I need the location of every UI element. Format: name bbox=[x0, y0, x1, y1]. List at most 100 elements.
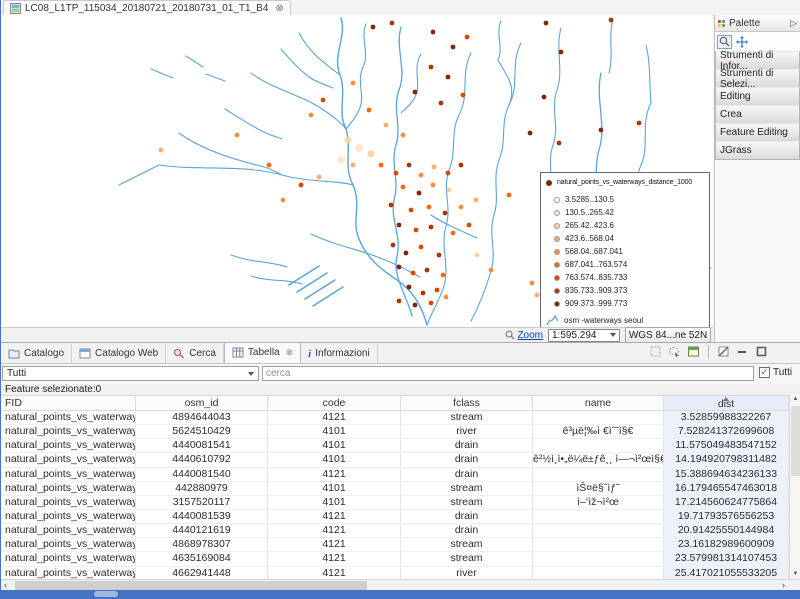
column-header-dist[interactable]: dist bbox=[664, 396, 789, 410]
scroll-up-icon[interactable]: ▲ bbox=[790, 396, 800, 402]
table-cell-name[interactable] bbox=[533, 567, 664, 580]
table-cell-FID[interactable]: natural_points_vs_waterways_dist... bbox=[1, 538, 136, 551]
tab-tabella[interactable]: Tabella ⊗ bbox=[224, 342, 301, 363]
table-row[interactable]: natural_points_vs_waterways_dist...48689… bbox=[1, 538, 789, 552]
table-cell-FID[interactable]: natural_points_vs_waterways_dist... bbox=[1, 411, 136, 424]
table-row[interactable]: natural_points_vs_waterways_dist...44400… bbox=[1, 510, 789, 524]
table-cell-fclass[interactable]: drain bbox=[401, 468, 533, 481]
table-cell-code[interactable]: 4101 bbox=[268, 496, 401, 509]
palette-section-strumenti-di-selezi[interactable]: Strumenti di Selezi... bbox=[715, 69, 800, 88]
table-cell-code[interactable]: 4121 bbox=[268, 468, 401, 481]
table-cell-code[interactable]: 4121 bbox=[268, 567, 401, 580]
editor-tab-close-icon[interactable]: ⊗ bbox=[275, 3, 283, 14]
table-cell-dist[interactable]: 3.52859988322267 bbox=[664, 411, 789, 424]
table-cell-FID[interactable]: natural_points_vs_waterways_dist... bbox=[1, 496, 136, 509]
table-cell-FID[interactable]: natural_points_vs_waterways_dist... bbox=[1, 567, 136, 580]
table-cell-dist[interactable]: 25.417021055533205 bbox=[664, 567, 789, 580]
table-cell-fclass[interactable]: stream bbox=[401, 482, 533, 495]
table-cell-dist[interactable]: 7.528241372699608 bbox=[664, 425, 789, 438]
column-header-osm-id[interactable]: osm_id bbox=[136, 396, 268, 410]
table-cell-name[interactable] bbox=[533, 552, 664, 565]
all-checkbox[interactable]: ✓ Tutti bbox=[759, 367, 792, 378]
table-cell-osm_id[interactable]: 4662941448 bbox=[136, 567, 268, 580]
scrollbar-thumb[interactable] bbox=[15, 581, 367, 590]
table-cell-fclass[interactable]: drain bbox=[401, 510, 533, 523]
table-cell-osm_id[interactable]: 4440121619 bbox=[136, 524, 268, 537]
table-cell-dist[interactable]: 23.579981314107453 bbox=[664, 552, 789, 565]
table-row[interactable]: natural_points_vs_waterways_dist...44400… bbox=[1, 468, 789, 482]
table-cell-FID[interactable]: natural_points_vs_waterways_dist... bbox=[1, 552, 136, 565]
table-cell-FID[interactable]: natural_points_vs_waterways_dist... bbox=[1, 482, 136, 495]
window-grip[interactable] bbox=[94, 591, 118, 597]
table-row[interactable]: natural_points_vs_waterways_dist...44401… bbox=[1, 524, 789, 538]
table-cell-name[interactable] bbox=[533, 468, 664, 481]
table-cell-osm_id[interactable]: 4440081541 bbox=[136, 439, 268, 452]
scale-combo[interactable]: 1:595.294 bbox=[548, 329, 620, 342]
table-cell-code[interactable]: 4121 bbox=[268, 552, 401, 565]
table-row[interactable]: natural_points_vs_waterways_dist...44400… bbox=[1, 439, 789, 453]
table-cell-dist[interactable]: 17.214560624775864 bbox=[664, 496, 789, 509]
table-cell-fclass[interactable]: stream bbox=[401, 411, 533, 424]
table-cell-FID[interactable]: natural_points_vs_waterways_dist... bbox=[1, 425, 136, 438]
table-cell-dist[interactable]: 15.388694634236133 bbox=[664, 468, 789, 481]
table-cell-code[interactable]: 4101 bbox=[268, 439, 401, 452]
editor-tab[interactable]: LC08_L1TP_115034_20180721_20180731_01_T1… bbox=[3, 0, 291, 16]
table-cell-FID[interactable]: natural_points_vs_waterways_dist... bbox=[1, 510, 136, 523]
column-header-name[interactable]: name bbox=[533, 396, 664, 410]
maximize-icon[interactable] bbox=[755, 345, 768, 358]
table-row[interactable]: natural_points_vs_waterways_dist...56245… bbox=[1, 425, 789, 439]
map-canvas[interactable]: natural_points_vs_waterways_distance_100… bbox=[1, 15, 713, 327]
table-cell-fclass[interactable]: stream bbox=[401, 552, 533, 565]
table-cell-name[interactable]: ì–‘ìž¬ì²œ bbox=[533, 496, 664, 509]
table-cell-dist[interactable]: 11.575049483547152 bbox=[664, 439, 789, 452]
table-cell-dist[interactable]: 19.71793576556253 bbox=[664, 510, 789, 523]
palette-section-feature-editing[interactable]: Feature Editing bbox=[715, 123, 800, 142]
table-row[interactable]: natural_points_vs_waterways_dist...31575… bbox=[1, 496, 789, 510]
table-cell-FID[interactable]: natural_points_vs_waterways_dist... bbox=[1, 453, 136, 466]
table-cell-fclass[interactable]: river bbox=[401, 425, 533, 438]
table-cell-name[interactable] bbox=[533, 510, 664, 523]
table-cell-fclass[interactable]: stream bbox=[401, 538, 533, 551]
palette-section-jgrass[interactable]: JGrass bbox=[715, 141, 800, 160]
select-box-icon[interactable] bbox=[649, 345, 662, 358]
minimize-icon[interactable] bbox=[736, 345, 749, 358]
table-cell-osm_id[interactable]: 4868978307 bbox=[136, 538, 268, 551]
table-vertical-scrollbar[interactable]: ▲ ▼ bbox=[789, 394, 800, 579]
search-input[interactable] bbox=[262, 366, 754, 381]
table-cell-code[interactable]: 4121 bbox=[268, 510, 401, 523]
attribute-filter-combo[interactable]: Tutti bbox=[2, 366, 259, 381]
table-cell-FID[interactable]: natural_points_vs_waterways_dist... bbox=[1, 439, 136, 452]
table-cell-code[interactable]: 4121 bbox=[268, 411, 401, 424]
scroll-down-icon[interactable]: ▼ bbox=[790, 571, 800, 577]
table-cell-name[interactable] bbox=[533, 411, 664, 424]
tab-cerca[interactable]: Cerca bbox=[166, 344, 224, 363]
table-cell-name[interactable] bbox=[533, 538, 664, 551]
table-row[interactable]: natural_points_vs_waterways_dist...44406… bbox=[1, 453, 789, 467]
table-cell-dist[interactable]: 20.91425550144984 bbox=[664, 524, 789, 537]
table-row[interactable]: natural_points_vs_waterways_dist...48946… bbox=[1, 411, 789, 425]
table-cell-dist[interactable]: 16.179465547463018 bbox=[664, 482, 789, 495]
column-header-fclass[interactable]: fclass bbox=[401, 396, 533, 410]
table-cell-code[interactable]: 4121 bbox=[268, 524, 401, 537]
table-cell-FID[interactable]: natural_points_vs_waterways_dist... bbox=[1, 524, 136, 537]
table-cell-osm_id[interactable]: 4894644043 bbox=[136, 411, 268, 424]
column-header-fid[interactable]: FID bbox=[1, 396, 136, 410]
table-cell-name[interactable]: ê²½ì¸ì•„ë¼ë±ƒê¸¸ ì—¬ì²œì§€ì›ì²˜ bbox=[533, 453, 664, 466]
palette-section-editing[interactable]: Editing bbox=[715, 87, 800, 106]
table-cell-code[interactable]: 4101 bbox=[268, 425, 401, 438]
table-cell-code[interactable]: 4121 bbox=[268, 538, 401, 551]
view-menu-icon[interactable] bbox=[717, 345, 730, 358]
tab-informazioni[interactable]: i Informazioni bbox=[301, 344, 378, 363]
table-cell-dist[interactable]: 14.194920798311482 bbox=[664, 453, 789, 466]
lasso-select-icon[interactable] bbox=[668, 345, 681, 358]
table-cell-fclass[interactable]: drain bbox=[401, 439, 533, 452]
crs-button[interactable]: WGS 84...ne 52N bbox=[625, 327, 711, 343]
palette-pin-arrow-icon[interactable]: ▷ bbox=[790, 18, 797, 29]
tab-catalogo-web[interactable]: Catalogo Web bbox=[72, 344, 166, 363]
table-cell-osm_id[interactable]: 5624510429 bbox=[136, 425, 268, 438]
table-cell-osm_id[interactable]: 4440081539 bbox=[136, 510, 268, 523]
palette-zoom-tool[interactable] bbox=[717, 35, 732, 49]
table-cell-osm_id[interactable]: 3157520117 bbox=[136, 496, 268, 509]
table-cell-name[interactable] bbox=[533, 439, 664, 452]
table-cell-dist[interactable]: 23.16182989600909 bbox=[664, 538, 789, 551]
